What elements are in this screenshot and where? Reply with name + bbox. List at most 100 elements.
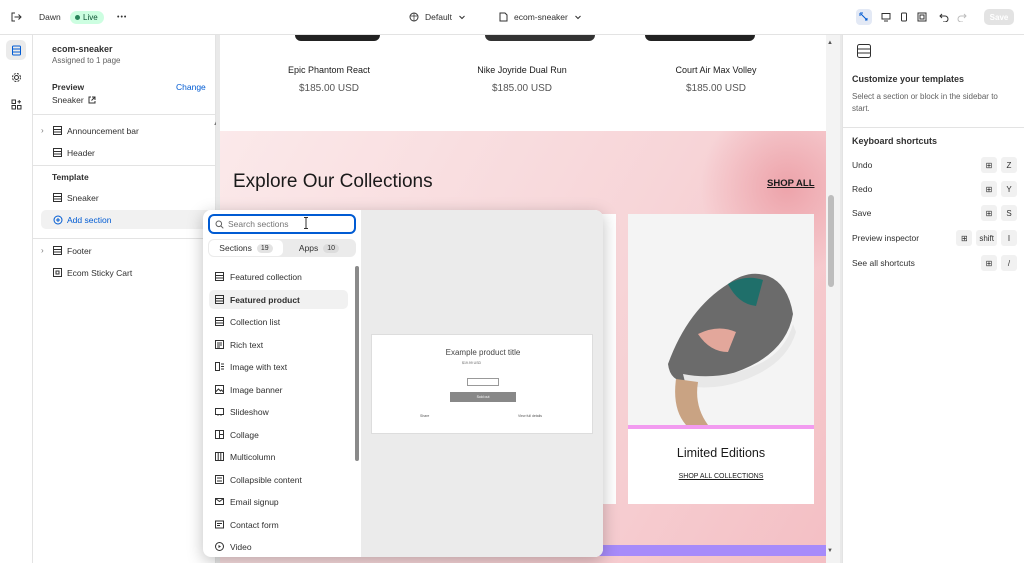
chevron-down-icon — [575, 15, 581, 20]
preview-card: Example product title $19.99 USD Sold ou… — [371, 334, 593, 434]
tabs-bar: Sections 19 Apps 10 — [208, 239, 356, 257]
fullscreen-button[interactable] — [914, 9, 930, 25]
search-input[interactable] — [228, 219, 348, 229]
more-actions-button[interactable]: ••• — [117, 0, 127, 34]
gear-icon — [11, 72, 21, 82]
preview-scrollbar-thumb[interactable] — [828, 195, 834, 287]
template-label: ecom-sneaker — [514, 12, 568, 22]
product-card[interactable]: Nike Joyride Dual Run $185.00 USD — [432, 65, 612, 94]
save-button[interactable]: Save — [984, 9, 1014, 25]
list-item[interactable]: Image with text — [209, 357, 348, 376]
sections-nav-button[interactable] — [6, 40, 26, 60]
divider — [33, 165, 216, 166]
sidebar-item-ecom-sticky-cart[interactable]: Ecom Sticky Cart — [41, 263, 211, 282]
tab-label: Apps — [298, 243, 319, 253]
list-item[interactable]: Contact form — [209, 515, 348, 534]
preview-change-link[interactable]: Change — [176, 82, 206, 92]
list-scrollbar-thumb[interactable] — [355, 266, 359, 461]
text-cursor — [304, 217, 308, 229]
card-link[interactable]: SHOP ALL COLLECTIONS — [628, 473, 814, 480]
shop-all-link[interactable]: SHOP ALL — [767, 178, 815, 189]
sidebar-item-label: Footer — [67, 245, 92, 256]
tab-count: 19 — [256, 243, 273, 253]
list-item-label: Rich text — [230, 339, 264, 350]
list-item[interactable]: Collection list — [209, 312, 348, 331]
divider — [843, 127, 1024, 128]
slideshow-icon — [215, 408, 224, 416]
product-card[interactable]: Court Air Max Volley $185.00 USD — [626, 65, 806, 94]
preview-share: Share — [420, 414, 430, 418]
key: / — [1001, 255, 1017, 271]
key: Y — [1001, 181, 1017, 197]
mobile-view-button[interactable] — [896, 9, 912, 25]
see-all-shortcuts-row[interactable]: See all shortcuts ⊞ / — [852, 255, 1017, 271]
app-block-icon — [53, 268, 62, 277]
multicolumn-icon — [215, 452, 224, 461]
form-icon — [215, 520, 224, 529]
list-item-label: Image banner — [230, 384, 283, 395]
add-section-button[interactable]: Add section — [41, 210, 211, 229]
theme-settings-button[interactable] — [6, 67, 26, 87]
sections-icon — [11, 45, 21, 55]
redo-button[interactable] — [954, 9, 970, 25]
sidebar-item-footer[interactable]: › Footer — [41, 241, 211, 260]
shortcut-label: Redo — [852, 184, 873, 194]
list-item[interactable]: Collapsible content — [209, 470, 348, 489]
list-item[interactable]: Image banner — [209, 380, 348, 399]
product-name: Court Air Max Volley — [675, 65, 757, 75]
template-selector[interactable]: ecom-sneaker — [499, 0, 582, 34]
list-item-label: Video — [230, 541, 252, 552]
scroll-up-icon[interactable]: ▲ — [827, 40, 833, 46]
inspector-button[interactable] — [856, 9, 872, 25]
list-item-label: Slideshow — [230, 406, 269, 417]
sidebar-item-header[interactable]: Header — [41, 143, 211, 162]
key: ⊞ — [981, 205, 997, 221]
fullscreen-icon — [917, 12, 927, 22]
product-name: Epic Phantom React — [287, 65, 371, 75]
preview-value-link[interactable]: Sneaker — [52, 95, 96, 105]
key: ⊞ — [981, 181, 997, 197]
desktop-icon — [881, 13, 891, 22]
list-item[interactable]: Rich text — [209, 335, 348, 354]
sidebar-item-label: Header — [67, 147, 95, 158]
theme-selector[interactable]: Default — [409, 0, 466, 34]
scroll-down-icon[interactable]: ▼ — [827, 548, 833, 554]
add-section-label: Add section — [67, 214, 112, 225]
preview-scrollbar[interactable] — [826, 35, 840, 563]
live-dot — [75, 14, 80, 20]
image-icon — [215, 385, 224, 394]
key: S — [1001, 205, 1017, 221]
undo-button[interactable] — [936, 9, 952, 25]
search-field[interactable] — [208, 214, 356, 234]
tab-sections[interactable]: Sections 19 — [209, 240, 283, 256]
sneaker-image — [628, 214, 814, 425]
text-icon — [215, 340, 224, 349]
shortcut-row: Preview inspector ⊞ shift I — [852, 230, 1017, 246]
key: shift — [976, 230, 997, 246]
sidebar-item-sneaker[interactable]: Sneaker — [41, 188, 211, 207]
list-item[interactable]: Multicolumn — [209, 447, 348, 466]
product-name: Nike Joyride Dual Run — [477, 65, 567, 75]
preview-card-title: Example product title — [445, 348, 521, 357]
list-item[interactable]: Email signup — [209, 492, 348, 511]
list-item[interactable]: Collage — [209, 425, 348, 444]
shortcut-label: See all shortcuts — [852, 258, 915, 268]
sidebar-item-announcement-bar[interactable]: › Announcement bar — [41, 121, 211, 140]
list-item-label: Collage — [230, 429, 259, 440]
list-item[interactable]: Slideshow — [209, 402, 348, 421]
divider — [33, 114, 216, 115]
apps-button[interactable] — [6, 94, 26, 114]
list-item[interactable]: Featured product — [209, 290, 348, 309]
list-item[interactable]: Video — [209, 537, 348, 554]
template-customize-icon — [857, 44, 871, 58]
collection-card[interactable]: Limited Editions SHOP ALL COLLECTIONS — [628, 214, 814, 504]
exit-button[interactable] — [10, 0, 22, 34]
product-card[interactable]: Epic Phantom React $185.00 USD — [239, 65, 419, 94]
shortcut-row: Redo ⊞ Y — [852, 181, 1017, 197]
theme-icon — [409, 12, 419, 22]
list-item-label: Image with text — [230, 361, 288, 372]
shortcut-label: Save — [852, 208, 872, 218]
list-item[interactable]: Featured collection — [209, 267, 348, 286]
tab-apps[interactable]: Apps 10 — [283, 240, 355, 256]
desktop-view-button[interactable] — [878, 9, 894, 25]
